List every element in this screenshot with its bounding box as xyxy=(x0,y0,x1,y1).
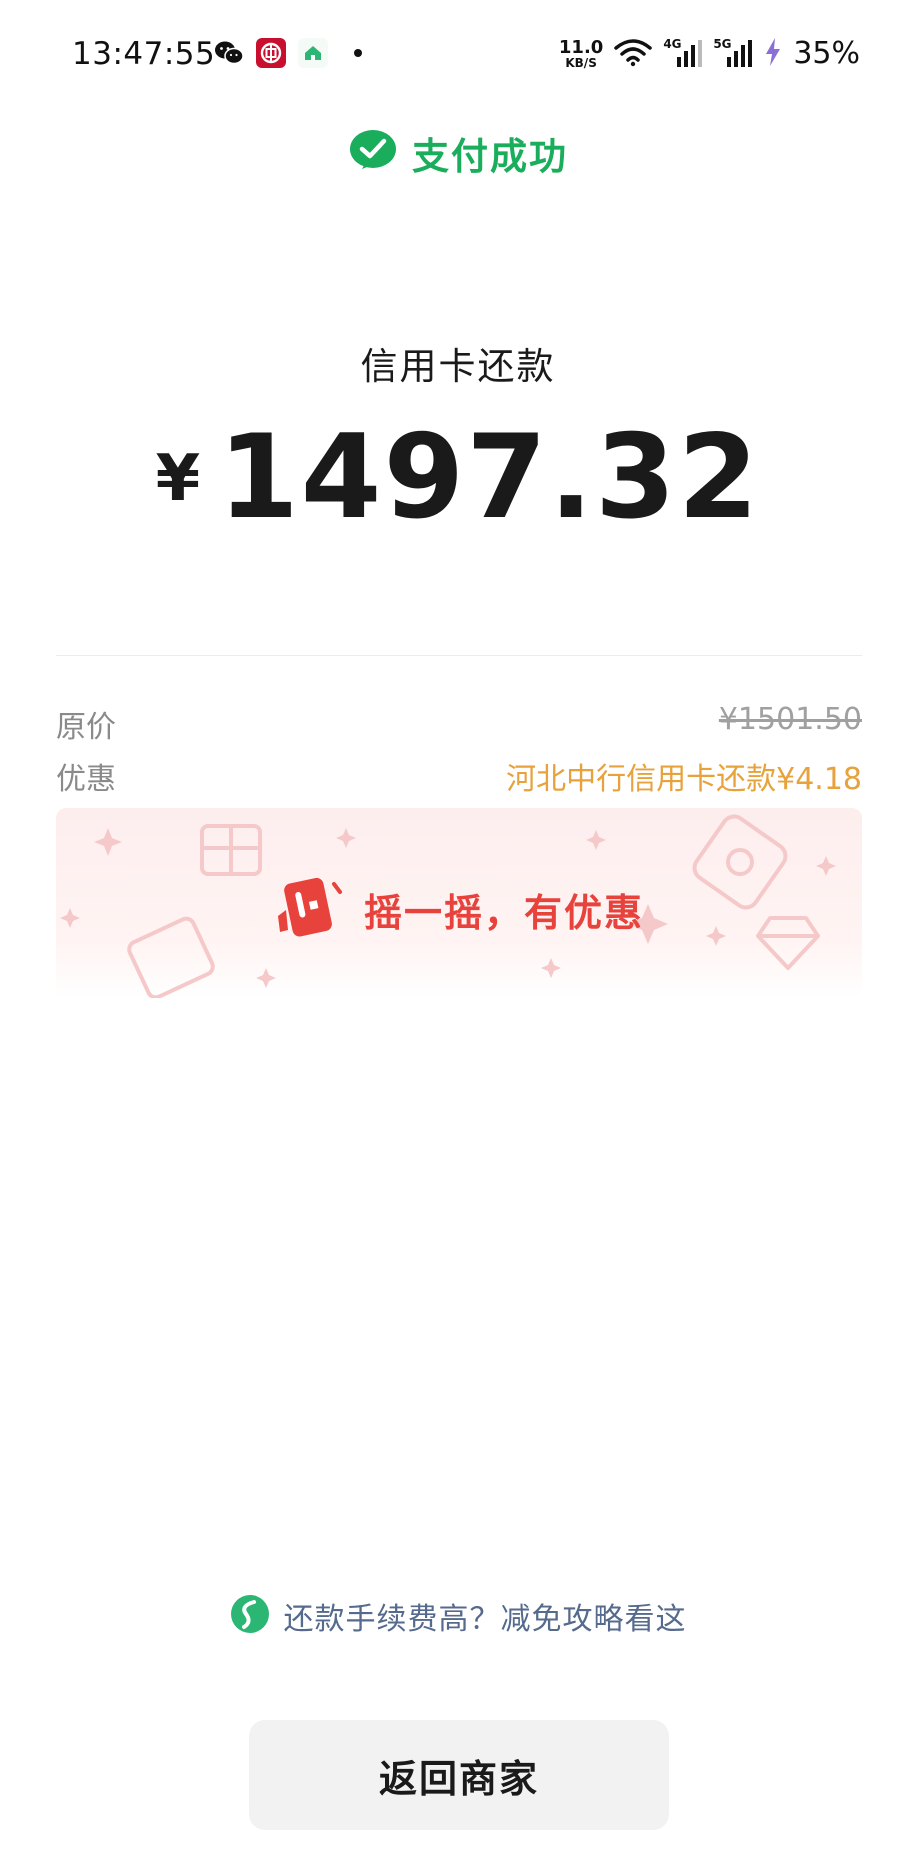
tip-text: 还款手续费高？减免攻略看这 xyxy=(283,1602,687,1637)
network-speed: 11.0 KB/S xyxy=(558,36,604,70)
charging-icon xyxy=(763,37,783,71)
wechat-icon xyxy=(214,38,244,68)
signal-5g: 5G xyxy=(713,37,753,69)
amount-value: 1497.32 xyxy=(218,410,761,545)
original-price-label: 原价 xyxy=(56,710,116,745)
payment-success-page: 13:47:55 11.0 KB/S 4G 5G 35% 支付成功 信用卡还款 … xyxy=(0,0,916,1865)
discount-value: 河北中行信用卡还款¥4.18 xyxy=(506,762,862,797)
battery-percent: 35% xyxy=(793,36,860,71)
status-right-group: 11.0 KB/S 4G 5G 35% xyxy=(559,36,860,71)
original-price-row: 原价 ¥1501.50 xyxy=(56,702,862,746)
notification-icons xyxy=(214,38,362,68)
shake-phone-icon xyxy=(274,872,344,946)
home-app-icon xyxy=(298,38,328,68)
banner-content: 摇一摇，有优惠 xyxy=(56,872,862,946)
status-time: 13:47:55 xyxy=(72,36,216,72)
bank-app-icon xyxy=(256,38,286,68)
amount: ¥ 1497.32 xyxy=(0,420,916,536)
discount-label: 优惠 xyxy=(56,762,116,797)
wifi-icon xyxy=(613,37,653,71)
divider xyxy=(56,655,862,656)
return-to-merchant-button[interactable]: 返回商家 xyxy=(249,1720,669,1830)
green-swirl-icon xyxy=(230,1594,270,1638)
discount-row: 优惠 河北中行信用卡还款¥4.18 xyxy=(56,754,862,798)
fee-tip-link[interactable]: 还款手续费高？减免攻略看这 xyxy=(0,1594,916,1638)
signal-4g: 4G xyxy=(663,37,703,69)
success-header: 支付成功 xyxy=(0,126,916,180)
currency-symbol: ¥ xyxy=(155,442,201,516)
more-notifications-dot xyxy=(354,49,362,57)
status-bar: 13:47:55 11.0 KB/S 4G 5G 35% xyxy=(0,28,916,84)
shake-promo-banner[interactable]: 摇一摇，有优惠 xyxy=(56,808,862,998)
banner-text: 摇一摇，有优惠 xyxy=(363,890,644,935)
original-price-value: ¥1501.50 xyxy=(718,702,862,737)
success-title: 支付成功 xyxy=(412,135,568,178)
payee-name: 信用卡还款 xyxy=(360,345,556,388)
check-circle-icon xyxy=(348,129,398,177)
